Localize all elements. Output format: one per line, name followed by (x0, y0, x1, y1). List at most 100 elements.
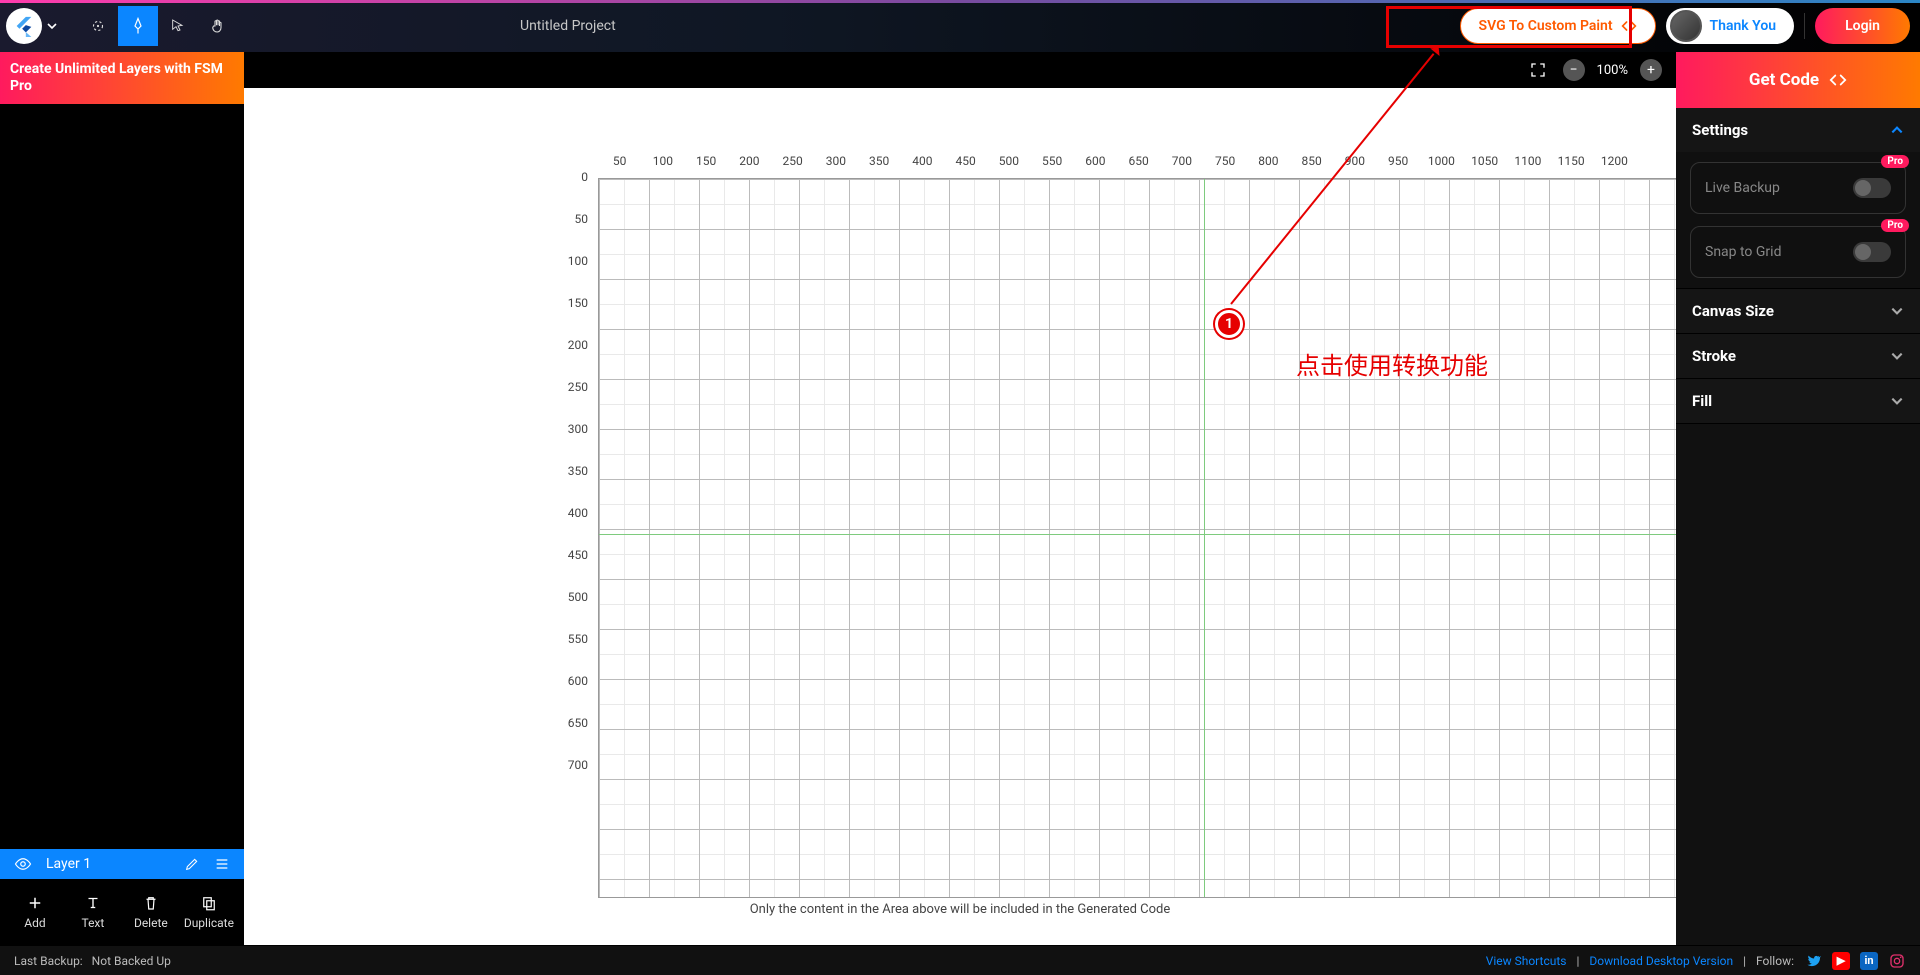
backup-status: Last Backup: Not Backed Up (14, 954, 171, 968)
twitter-icon[interactable] (1804, 952, 1822, 970)
chevron-down-icon (1890, 394, 1904, 408)
section-stroke: Stroke (1676, 334, 1920, 379)
download-desktop-link[interactable]: Download Desktop Version (1589, 954, 1733, 968)
ruler-tick: 700 (1160, 154, 1203, 174)
chevron-up-icon (1890, 123, 1904, 137)
thank-you-label: Thank You (1710, 18, 1777, 34)
tool-freeform[interactable] (78, 6, 118, 46)
live-backup-label: Live Backup (1705, 180, 1780, 196)
text-label: Text (81, 916, 104, 930)
topbar-right: SVG To Custom Paint Thank You Login (1460, 0, 1920, 52)
tool-select[interactable] (158, 6, 198, 46)
ruler-tick: 500 (987, 154, 1030, 174)
tool-pen[interactable] (118, 6, 158, 46)
delete-layer-button[interactable]: Delete (126, 894, 176, 930)
tool-group (78, 6, 238, 46)
text-layer-button[interactable]: Text (68, 894, 118, 930)
snap-grid-label: Snap to Grid (1705, 244, 1781, 260)
ruler-tick: 100 (641, 154, 684, 174)
svg-button-label: SVG To Custom Paint (1479, 18, 1613, 34)
footer-right: View Shortcuts | Download Desktop Versio… (1486, 952, 1906, 970)
stroke-header[interactable]: Stroke (1676, 334, 1920, 378)
zoom-in-button[interactable]: + (1640, 59, 1662, 81)
live-backup-toggle[interactable]: Live Backup Pro (1690, 162, 1906, 214)
ruler-tick: 200 (728, 154, 771, 174)
ruler-tick: 1150 (1550, 154, 1593, 174)
canvas-size-header[interactable]: Canvas Size (1676, 289, 1920, 333)
zoom-level: 100% (1597, 63, 1628, 78)
pen-icon (129, 17, 147, 35)
hand-icon (209, 17, 227, 35)
canvas-controls: − 100% + (244, 52, 1676, 88)
fit-view-button[interactable] (1525, 57, 1551, 83)
flutter-icon (13, 15, 35, 37)
code-icon (1829, 73, 1847, 87)
canvas-white[interactable]: 5010015020025030035040045050055060065070… (244, 88, 1676, 945)
settings-label: Settings (1692, 121, 1748, 139)
ruler-tick: 300 (814, 154, 857, 174)
layer-row[interactable]: Layer 1 (0, 849, 244, 879)
settings-header[interactable]: Settings (1676, 108, 1920, 152)
ruler-tick: 400 (901, 154, 944, 174)
add-label: Add (24, 916, 45, 930)
canvas-caption: Only the content in the Area above will … (244, 902, 1676, 917)
ruler-vertical: 0501001502002503003504004505005506006507… (544, 178, 594, 885)
canvas-area: − 100% + 5010015020025030035040045050055… (244, 52, 1676, 945)
youtube-icon[interactable]: ▶ (1832, 952, 1850, 970)
project-title[interactable]: Untitled Project (520, 18, 616, 34)
tool-pan[interactable] (198, 6, 238, 46)
menu-icon[interactable] (214, 856, 230, 872)
eye-icon[interactable] (14, 855, 32, 873)
ruler-tick: 600 (1074, 154, 1117, 174)
stroke-label: Stroke (1692, 347, 1736, 365)
add-layer-button[interactable]: Add (10, 894, 60, 930)
section-fill: Fill (1676, 379, 1920, 424)
ruler-tick: 750 (1204, 154, 1247, 174)
section-canvas-size: Canvas Size (1676, 289, 1920, 334)
ruler-tick: 650 (1117, 154, 1160, 174)
chevron-down-icon (46, 20, 58, 32)
ruler-tick: 550 (1031, 154, 1074, 174)
ruler-tick: 350 (858, 154, 901, 174)
ruler-tick: 1000 (1420, 154, 1463, 174)
pro-badge: Pro (1881, 219, 1909, 232)
cursor-icon (170, 18, 186, 34)
duplicate-label: Duplicate (184, 916, 234, 930)
view-shortcuts-link[interactable]: View Shortcuts (1486, 954, 1567, 968)
avatar (1670, 10, 1702, 42)
center-guide-vertical (1204, 179, 1205, 897)
ruler-horizontal: 5010015020025030035040045050055060065070… (598, 154, 1636, 174)
zoom-out-button[interactable]: − (1563, 59, 1585, 81)
svg-to-custom-paint-button[interactable]: SVG To Custom Paint (1460, 8, 1656, 44)
separator (1804, 13, 1805, 39)
pro-badge: Pro (1881, 155, 1909, 168)
thank-you-button[interactable]: Thank You (1666, 8, 1795, 44)
linkedin-icon[interactable]: in (1860, 952, 1878, 970)
ruler-tick: 800 (1247, 154, 1290, 174)
snap-to-grid-toggle[interactable]: Snap to Grid Pro (1690, 226, 1906, 278)
ruler-tick: 450 (944, 154, 987, 174)
canvas-size-label: Canvas Size (1692, 302, 1774, 320)
project-menu-chevron[interactable] (42, 6, 62, 46)
app-logo[interactable] (6, 8, 42, 44)
duplicate-layer-button[interactable]: Duplicate (184, 894, 234, 930)
duplicate-icon (200, 894, 218, 912)
get-code-label: Get Code (1749, 70, 1819, 90)
pencil-icon[interactable] (184, 856, 200, 872)
separator: | (1743, 954, 1746, 968)
fill-header[interactable]: Fill (1676, 379, 1920, 423)
ruler-tick: 700 (544, 758, 594, 808)
login-button[interactable]: Login (1815, 8, 1910, 44)
fullscreen-icon (1529, 61, 1547, 79)
instagram-icon[interactable] (1888, 952, 1906, 970)
drawing-grid[interactable] (598, 178, 1808, 898)
backup-value: Not Backed Up (92, 954, 171, 968)
chevron-down-icon (1890, 304, 1904, 318)
section-settings: Settings Live Backup Pro Snap to Grid Pr… (1676, 108, 1920, 289)
fsm-pro-promo[interactable]: Create Unlimited Layers with FSM Pro (0, 52, 244, 104)
layer-tools: Add Text Delete Duplicate (0, 879, 244, 945)
top-toolbar: Untitled Project SVG To Custom Paint Tha… (0, 0, 1920, 52)
switch-icon (1853, 178, 1891, 198)
get-code-button[interactable]: Get Code (1676, 52, 1920, 108)
footer: Last Backup: Not Backed Up View Shortcut… (0, 945, 1920, 975)
